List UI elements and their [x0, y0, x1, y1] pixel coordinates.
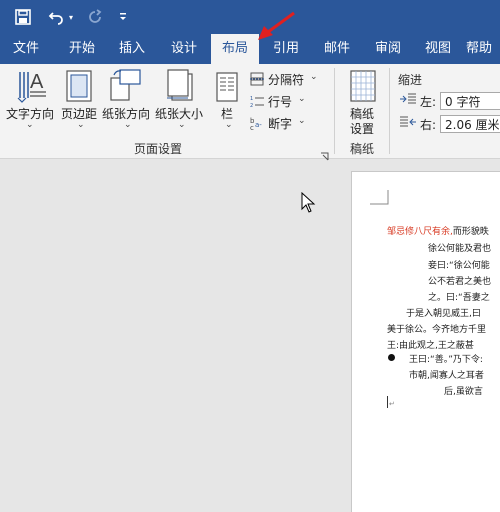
annotation-arrow-icon: [258, 11, 295, 40]
highlighted-text: 邹忌修八尺有余,: [387, 227, 453, 237]
save-button[interactable]: [10, 0, 36, 34]
text-line: 王:由此观之,王之蔽甚: [387, 341, 474, 351]
text-line: 邹忌修八尺有余,而形貌昳: [387, 227, 489, 237]
margins-icon: [66, 70, 92, 102]
tab-insert[interactable]: 插入: [110, 34, 154, 64]
line-numbers-button[interactable]: 1 2 行号 ⌄: [250, 92, 324, 110]
undo-icon: [48, 12, 63, 25]
tab-review[interactable]: 审阅: [366, 34, 410, 64]
text-line: 徐公何能及君也: [428, 244, 492, 254]
columns-icon: [216, 72, 238, 102]
svg-text:c: c: [250, 124, 254, 130]
text-line: 公不若君之美也: [428, 277, 492, 287]
indent-group-label: 缩进: [398, 73, 423, 87]
hyphenation-button[interactable]: b c a- 断字 ⌄: [250, 114, 324, 132]
group-separator: [389, 68, 390, 154]
hyphenation-dropdown-icon: ⌄: [298, 116, 306, 126]
tab-home[interactable]: 开始: [60, 34, 104, 64]
orientation-dropdown-icon[interactable]: ⌄: [124, 120, 132, 130]
tab-design[interactable]: 设计: [162, 34, 206, 64]
hyphenation-label: 断字: [268, 117, 293, 131]
undo-button[interactable]: [44, 0, 68, 34]
paragraph-mark: ↵: [389, 400, 395, 408]
size-dropdown-icon[interactable]: ⌄: [178, 120, 186, 130]
size-button[interactable]: [166, 68, 194, 102]
tab-file[interactable]: 文件: [4, 34, 48, 64]
tab-view[interactable]: 视图: [416, 34, 460, 64]
manuscript-group-label: 稿纸: [350, 142, 375, 156]
margins-button[interactable]: [66, 70, 92, 102]
text-line: 美于徐公。今齐地方千里: [387, 325, 487, 335]
manuscript-setup-button[interactable]: [350, 70, 376, 102]
breaks-dropdown-icon: ⌄: [310, 72, 318, 82]
manuscript-setup-label-2: 设置: [350, 122, 375, 136]
page-setup-dialog-launcher-icon[interactable]: [320, 146, 329, 161]
tab-mailings[interactable]: 邮件: [315, 34, 359, 64]
page-setup-group-label: 页面设置: [134, 142, 183, 156]
save-icon: [15, 9, 31, 25]
undo-dropdown-icon[interactable]: ▾: [66, 0, 76, 34]
columns-dropdown-icon[interactable]: ⌄: [225, 120, 233, 130]
svg-text:2: 2: [250, 103, 253, 108]
text-line: 后,虽欲言: [444, 387, 483, 397]
orientation-icon: [110, 69, 141, 101]
indent-left-field[interactable]: 0 字符: [440, 92, 500, 110]
margins-dropdown-icon[interactable]: ⌄: [77, 120, 85, 130]
line-numbers-dropdown-icon: ⌄: [298, 94, 306, 104]
group-separator: [334, 68, 335, 154]
margin-corner-mark: [370, 190, 389, 205]
breaks-label: 分隔符: [268, 73, 305, 87]
text-direction-icon: A: [17, 71, 46, 103]
document-page[interactable]: 邹忌修八尺有余,而形貌昳 徐公何能及君也 妾曰:“徐公何能 公不若君之美也 之。…: [351, 171, 500, 512]
indent-right-icon: [400, 116, 416, 127]
text-line: 于是入朝见威王,曰: [406, 309, 481, 319]
svg-text:A: A: [30, 71, 44, 93]
redo-icon: [89, 9, 102, 23]
text-line: 市朝,闻寡人之耳者: [409, 371, 484, 381]
svg-text:1: 1: [250, 96, 253, 102]
text-cursor: [387, 396, 388, 408]
svg-text:a-: a-: [255, 121, 262, 129]
indent-right-field[interactable]: 2.06 厘米: [440, 115, 500, 133]
tab-help[interactable]: 帮助: [466, 34, 500, 64]
text-line: 之。曰:“吾妻之: [428, 293, 490, 303]
hyphenation-icon: b c a-: [250, 117, 262, 130]
bullet-icon: [388, 354, 395, 361]
orientation-button[interactable]: [110, 68, 142, 102]
indent-left-label: 左:: [420, 95, 437, 109]
redo-button[interactable]: [84, 0, 106, 34]
text-direction-dropdown-icon[interactable]: ⌄: [26, 120, 34, 130]
indent-left-icon: [400, 93, 416, 104]
text-line: 王曰:“善。”乃下令:: [409, 355, 483, 365]
indent-right-label: 右:: [420, 118, 437, 132]
columns-button[interactable]: [216, 72, 238, 102]
line-numbers-icon: 1 2: [250, 96, 264, 108]
breaks-icon: [250, 72, 264, 86]
customize-qat-icon[interactable]: [116, 0, 130, 34]
text-direction-button[interactable]: A: [16, 68, 48, 104]
page-size-icon: [167, 69, 193, 101]
line-numbers-label: 行号: [268, 95, 293, 109]
manuscript-grid-icon: [350, 70, 376, 102]
text-line: 妾曰:“徐公何能: [428, 261, 490, 271]
mouse-cursor-icon: [301, 192, 316, 213]
breaks-button[interactable]: 分隔符 ⌄: [250, 70, 324, 88]
